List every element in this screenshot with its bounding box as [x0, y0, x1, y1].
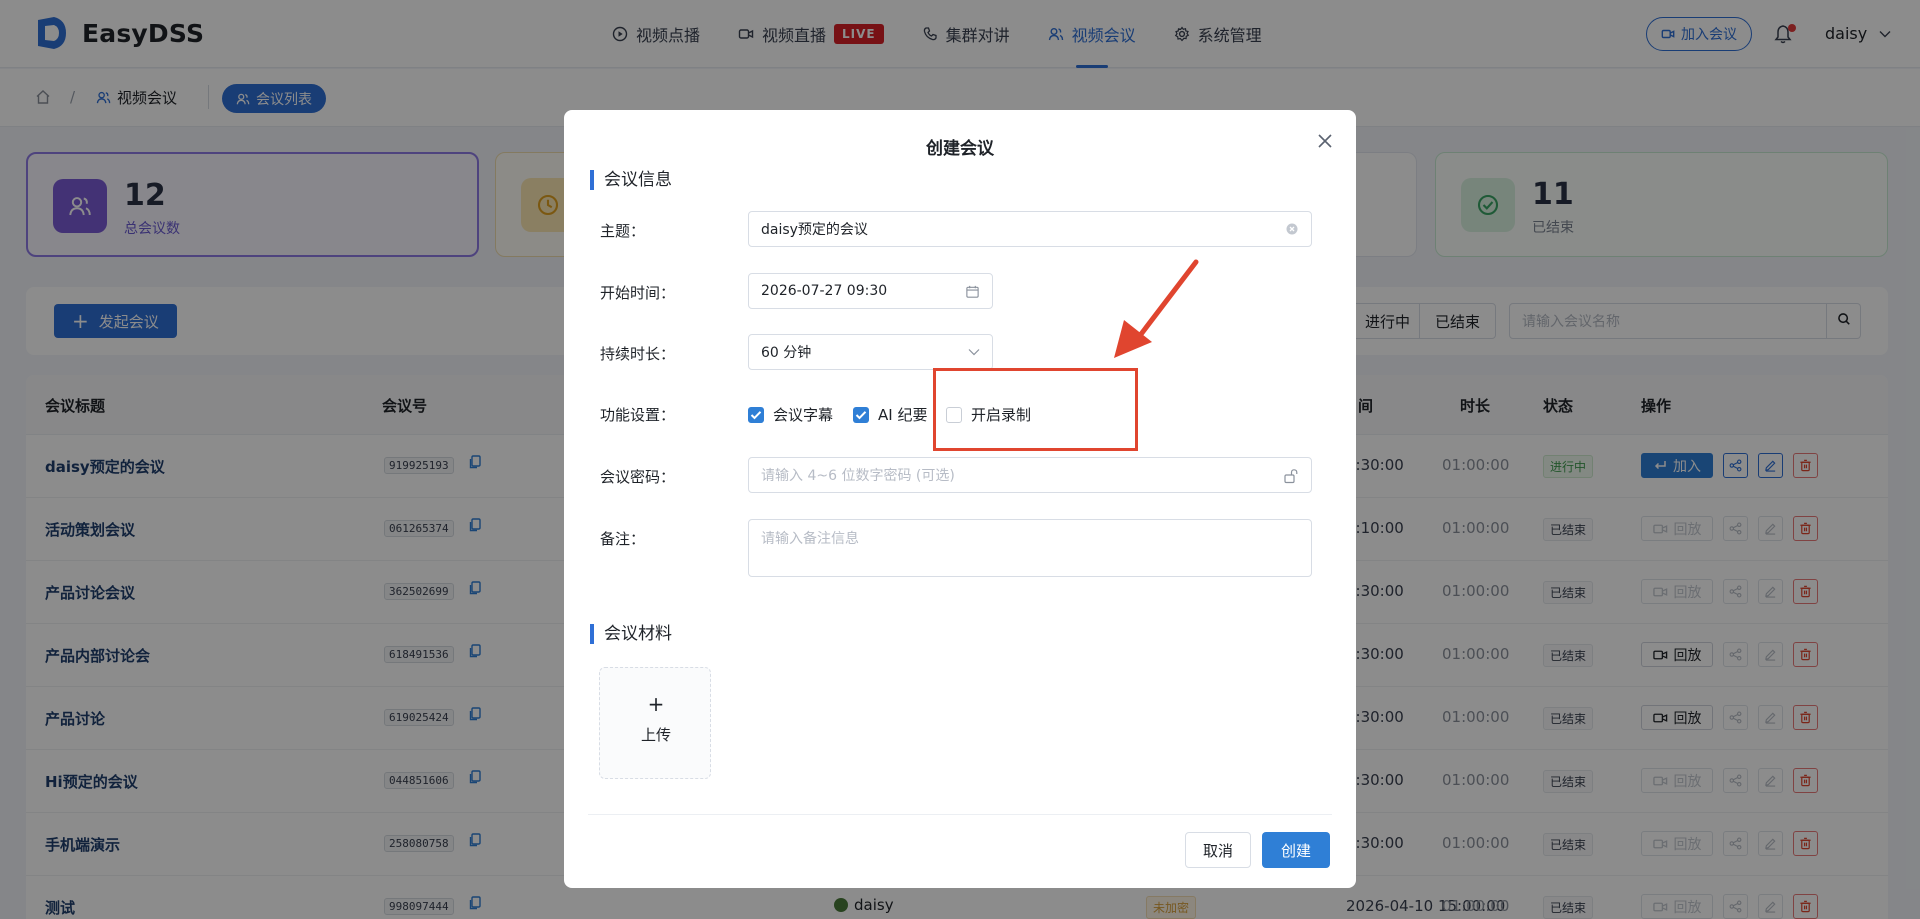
calendar-icon [965, 284, 980, 299]
subject-input[interactable]: daisy预定的会议 [748, 211, 1312, 247]
password-input[interactable]: 请输入 4~6 位数字密码 (可选) [748, 457, 1312, 493]
password-label: 会议密码： [600, 468, 676, 486]
section-heading-info: 会议信息 [590, 170, 672, 190]
plus-icon: + [647, 692, 665, 716]
password-placeholder: 请输入 4~6 位数字密码 (可选) [761, 468, 955, 484]
feature-subtitles-checkbox[interactable]: 会议字幕 [748, 404, 833, 425]
dialog-divider [588, 814, 1332, 815]
duration-label: 持续时长： [600, 345, 676, 363]
create-meeting-dialog: 创建会议 会议信息 主题： daisy预定的会议 开始时间： 2026-07-2… [564, 110, 1356, 888]
close-icon[interactable] [1316, 132, 1334, 154]
create-button[interactable]: 创建 [1262, 832, 1330, 868]
subject-value: daisy预定的会议 [761, 222, 868, 238]
upload-label: 上传 [640, 726, 671, 744]
start-time-label: 开始时间： [600, 284, 676, 302]
annotation-highlight-box [933, 368, 1138, 451]
clear-icon[interactable] [1285, 222, 1299, 236]
cancel-button[interactable]: 取消 [1185, 832, 1251, 868]
feature-label: 会议字幕 [773, 406, 834, 424]
upload-button[interactable]: + 上传 [599, 667, 711, 779]
start-time-value: 2026-07-27 09:30 [761, 283, 888, 299]
checkbox-checked-icon [853, 406, 869, 423]
chevron-down-icon [968, 348, 980, 356]
note-textarea[interactable]: 请输入备注信息 [748, 519, 1312, 577]
feature-ai-summary-checkbox[interactable]: AI 纪要 [853, 404, 927, 425]
subject-label: 主题： [600, 222, 646, 240]
section-heading-materials: 会议材料 [590, 624, 672, 644]
annotation-arrow-icon [1114, 259, 1199, 358]
note-label: 备注： [600, 530, 646, 548]
lock-icon[interactable] [1283, 468, 1299, 484]
dialog-title: 创建会议 [926, 139, 994, 159]
duration-value: 60 分钟 [761, 345, 812, 361]
duration-select[interactable]: 60 分钟 [748, 334, 993, 370]
features-label: 功能设置： [600, 406, 676, 424]
checkbox-checked-icon [748, 406, 764, 423]
start-time-picker[interactable]: 2026-07-27 09:30 [748, 273, 993, 309]
feature-label: AI 纪要 [878, 406, 928, 424]
